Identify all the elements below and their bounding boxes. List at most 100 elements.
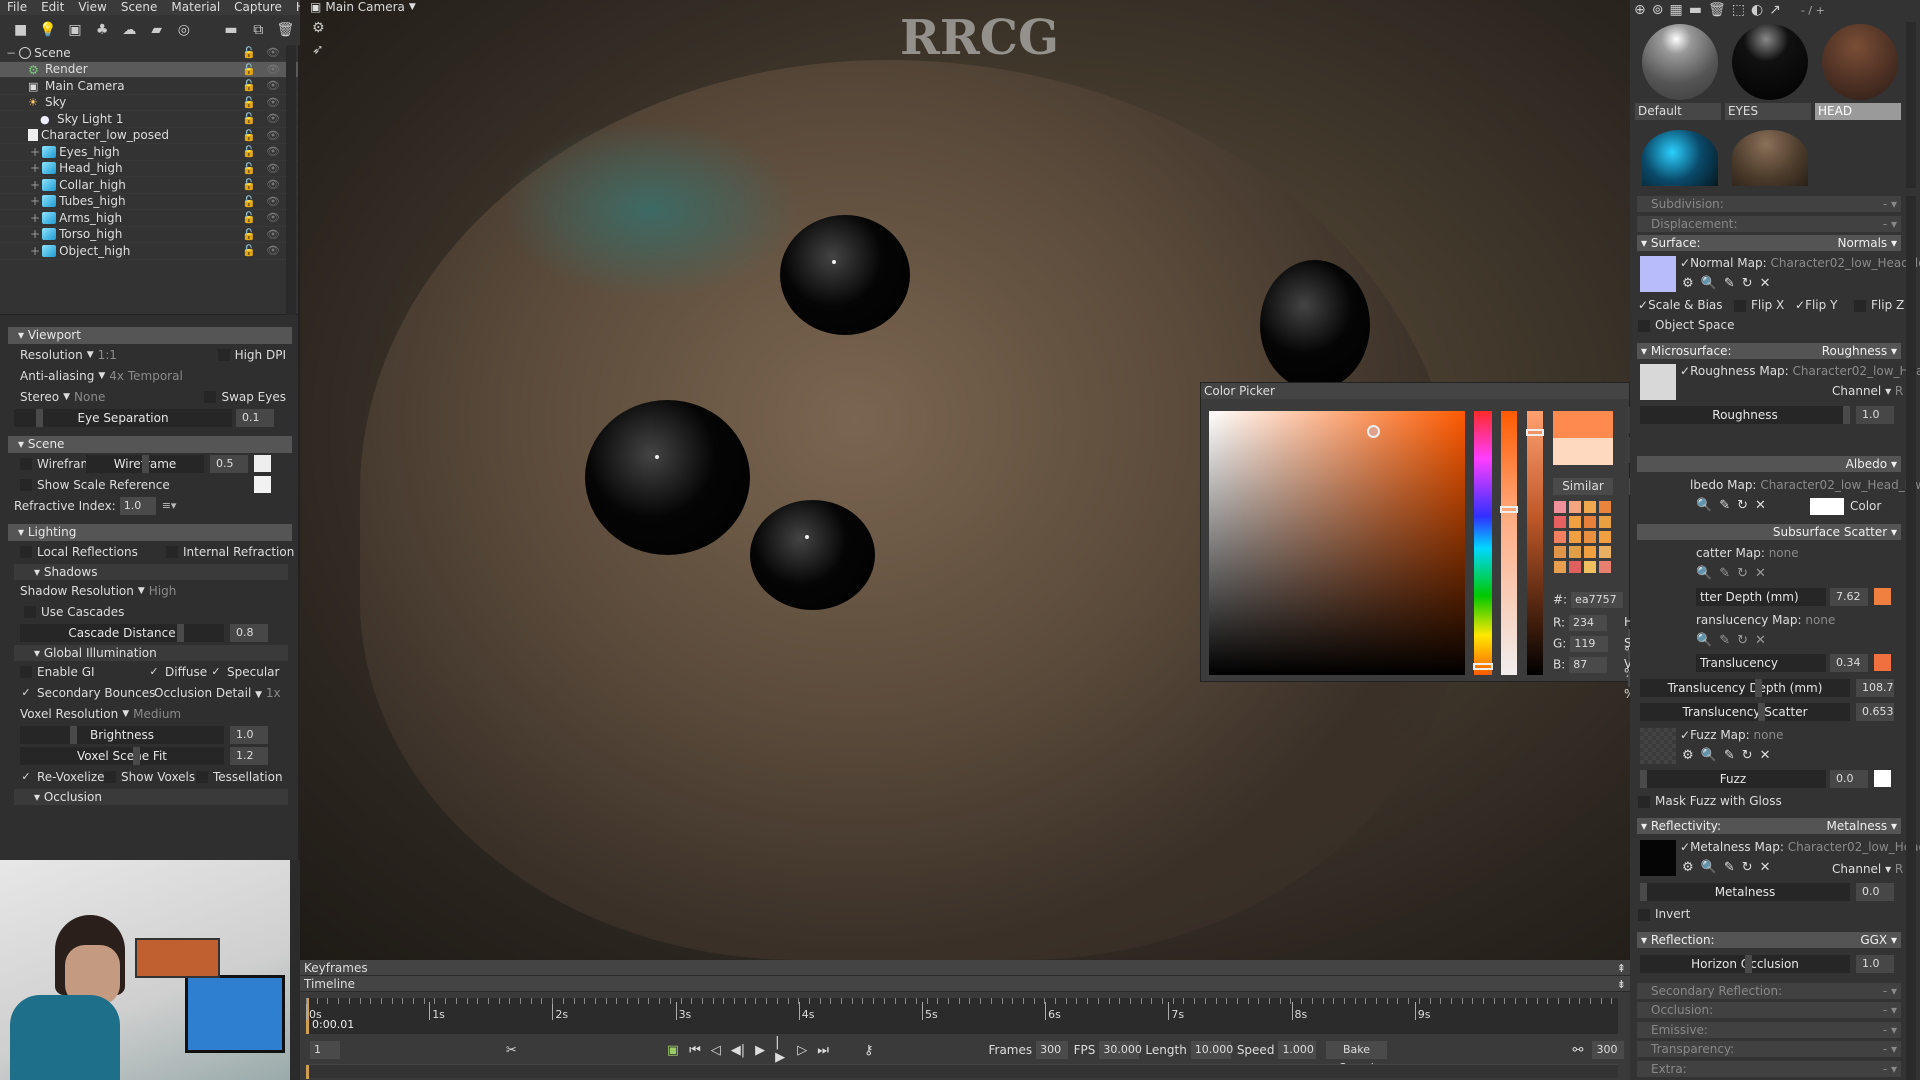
reflection-mode-dropdown[interactable]: GGX ▾ bbox=[1860, 932, 1897, 948]
eye-icon[interactable]: 👁 bbox=[266, 228, 280, 241]
lock-icon[interactable]: 🔓 bbox=[242, 129, 256, 142]
lock-icon[interactable]: 🔓 bbox=[242, 96, 256, 109]
material-page-stepper[interactable]: - / + bbox=[1801, 4, 1825, 17]
search-icon[interactable]: 🔍 bbox=[1701, 860, 1717, 875]
timeline-bar[interactable]: Timeline bbox=[300, 976, 1630, 992]
current-frame-input[interactable]: 1 bbox=[310, 1041, 340, 1059]
tree-item-character[interactable]: Character_low_posed 🔓 👁 bbox=[0, 128, 298, 144]
stereo-dropdown[interactable]: None bbox=[74, 390, 105, 404]
section-scene-header[interactable]: ▾ Scene bbox=[8, 436, 292, 453]
voxel-scene-fit-value[interactable]: 1.2 bbox=[230, 746, 268, 765]
hue-slider[interactable] bbox=[1473, 411, 1493, 675]
sky-icon[interactable]: ☁ bbox=[117, 19, 142, 41]
expand-icon[interactable]: + bbox=[30, 161, 40, 175]
export-icon[interactable]: ↗ bbox=[1769, 2, 1781, 18]
blue-input[interactable]: 87 bbox=[1569, 657, 1608, 673]
surface-mode-dropdown[interactable]: Normals ▾ bbox=[1837, 235, 1897, 251]
material-label-default[interactable]: Default bbox=[1635, 103, 1721, 120]
gear-icon[interactable]: ⚙ bbox=[1682, 276, 1694, 291]
roughness-map-file[interactable]: Character02_low_Head_ bbox=[1793, 364, 1920, 378]
close-icon[interactable]: ✕ bbox=[1755, 633, 1766, 648]
pencil-icon[interactable]: ✎ bbox=[1724, 860, 1735, 875]
prev-keyframe-icon[interactable]: ◁ bbox=[711, 1043, 721, 1058]
green-input[interactable]: 119 bbox=[1570, 636, 1609, 652]
dropdown-arrow-icon[interactable]: ▼ bbox=[255, 690, 262, 700]
voxel-scene-fit-slider[interactable]: Voxel Scene Fit bbox=[20, 746, 224, 765]
metalness-slider[interactable]: Metalness bbox=[1640, 883, 1850, 901]
lock-icon[interactable]: 🔓 bbox=[242, 112, 256, 125]
properties-scrollbar[interactable] bbox=[1906, 196, 1916, 1080]
translucency-slider[interactable]: Translucency bbox=[1696, 654, 1826, 672]
normal-map-checkbox[interactable]: ✓ bbox=[1680, 256, 1690, 270]
occlusion-detail-dropdown[interactable]: 1x bbox=[266, 686, 281, 700]
play-icon[interactable]: ▶ bbox=[755, 1043, 765, 1058]
expand-icon[interactable]: + bbox=[30, 178, 40, 192]
normal-map-file[interactable]: Character02_low_Head_low bbox=[1771, 256, 1920, 270]
search-icon[interactable]: 🔍 bbox=[1696, 633, 1712, 648]
revoxelize-checkbox[interactable]: ✓ Re-Voxelize bbox=[20, 770, 104, 784]
diffuse-checkbox[interactable]: ✓ Diffuse bbox=[148, 665, 207, 679]
similar-color-swatch[interactable] bbox=[1599, 546, 1611, 558]
expand-icon[interactable]: + bbox=[30, 145, 40, 159]
menu-view[interactable]: View bbox=[71, 0, 113, 15]
menu-material[interactable]: Material bbox=[164, 0, 227, 15]
link-icon[interactable]: ⚯ bbox=[1573, 1043, 1584, 1058]
end-frame-input[interactable]: 300 bbox=[1592, 1041, 1624, 1059]
object-space-checkbox[interactable]: Object Space bbox=[1638, 318, 1734, 332]
similar-color-swatch[interactable] bbox=[1554, 546, 1566, 558]
reflectivity-mode-dropdown[interactable]: Metalness ▾ bbox=[1827, 818, 1897, 834]
mask-fuzz-checkbox[interactable]: Mask Fuzz with Gloss bbox=[1638, 794, 1782, 808]
expand-icon[interactable]: + bbox=[30, 211, 40, 225]
scale-reference-color-swatch[interactable] bbox=[254, 476, 271, 493]
tree-item-mesh[interactable]: + Eyes_high 🔓 👁 bbox=[0, 144, 298, 161]
eye-icon[interactable]: 👁 bbox=[266, 46, 280, 59]
close-icon[interactable]: ✕ bbox=[1755, 566, 1766, 581]
similar-color-swatch[interactable] bbox=[1584, 561, 1596, 573]
close-icon[interactable]: ✕ bbox=[1755, 498, 1766, 513]
lock-icon[interactable]: 🔓 bbox=[242, 145, 256, 158]
length-input[interactable]: 10.000 bbox=[1190, 1041, 1233, 1059]
saturation-value-field[interactable] bbox=[1209, 411, 1465, 675]
brightness-value[interactable]: 1.0 bbox=[230, 725, 268, 744]
dropdown-arrow-icon[interactable]: ▼ bbox=[87, 350, 94, 360]
similar-color-swatch[interactable] bbox=[1584, 531, 1596, 543]
enable-gi-checkbox[interactable]: Enable GI bbox=[20, 665, 95, 679]
eye-icon[interactable]: 👁 bbox=[266, 96, 280, 109]
show-scale-reference-checkbox[interactable]: Show Scale Reference bbox=[20, 478, 170, 492]
wireframe-color-swatch[interactable] bbox=[254, 455, 271, 472]
tree-root-scene[interactable]: − Scene 🔓 👁 bbox=[0, 45, 298, 62]
tessellation-checkbox[interactable]: Tessellation bbox=[196, 770, 283, 784]
cube-icon[interactable]: ■ bbox=[8, 19, 33, 41]
similar-color-swatch[interactable] bbox=[1554, 561, 1566, 573]
similar-color-swatch[interactable] bbox=[1599, 501, 1611, 513]
duplicate-icon[interactable]: ⧉ bbox=[246, 19, 271, 41]
metalness-value[interactable]: 0.0 bbox=[1856, 883, 1894, 901]
albedo-header[interactable]: Albedo ▾ bbox=[1637, 456, 1901, 472]
translucency-depth-slider[interactable]: Translucency Depth (mm) bbox=[1640, 679, 1850, 697]
reload-icon[interactable]: ↻ bbox=[1742, 748, 1753, 763]
speed-input[interactable]: 1.000 bbox=[1278, 1041, 1317, 1059]
dropdown-arrow-icon[interactable]: ▼ bbox=[138, 586, 145, 596]
scatter-depth-slider[interactable]: tter Depth (mm) bbox=[1696, 588, 1826, 606]
cascade-distance-value[interactable]: 0.8 bbox=[230, 623, 268, 642]
metalness-map-thumbnail[interactable] bbox=[1640, 840, 1676, 876]
swap-eyes-checkbox[interactable]: Swap Eyes bbox=[204, 390, 286, 404]
eye-icon[interactable]: 👁 bbox=[266, 178, 280, 191]
material-preview-body[interactable] bbox=[1732, 130, 1808, 186]
translucency-map-file[interactable]: none bbox=[1805, 613, 1835, 627]
fuzz-slider[interactable]: Fuzz bbox=[1640, 770, 1826, 788]
fuzz-map-thumbnail[interactable] bbox=[1640, 728, 1676, 764]
tree-item-mesh[interactable]: + Object_high 🔓 👁 bbox=[0, 243, 298, 260]
roughness-map-checkbox[interactable]: ✓ bbox=[1680, 364, 1690, 378]
dropdown-arrow-icon[interactable]: ▼ bbox=[409, 2, 416, 12]
key-icon[interactable]: ⚷ bbox=[864, 1043, 874, 1058]
close-icon[interactable]: ✕ bbox=[1760, 748, 1771, 763]
brightness-slider[interactable]: Brightness bbox=[20, 725, 224, 744]
flip-x-checkbox[interactable]: Flip X bbox=[1734, 298, 1784, 312]
voxel-resolution-dropdown[interactable]: Medium bbox=[133, 707, 181, 721]
saturation-slider[interactable] bbox=[1500, 411, 1518, 675]
pencil-icon[interactable]: ✎ bbox=[1719, 566, 1730, 581]
next-keyframe-icon[interactable]: ▷ bbox=[797, 1043, 807, 1058]
microsurface-header[interactable]: ▾ Microsurface: Roughness ▾ bbox=[1637, 343, 1901, 359]
add-icon[interactable]: ⊕ bbox=[1634, 2, 1646, 18]
